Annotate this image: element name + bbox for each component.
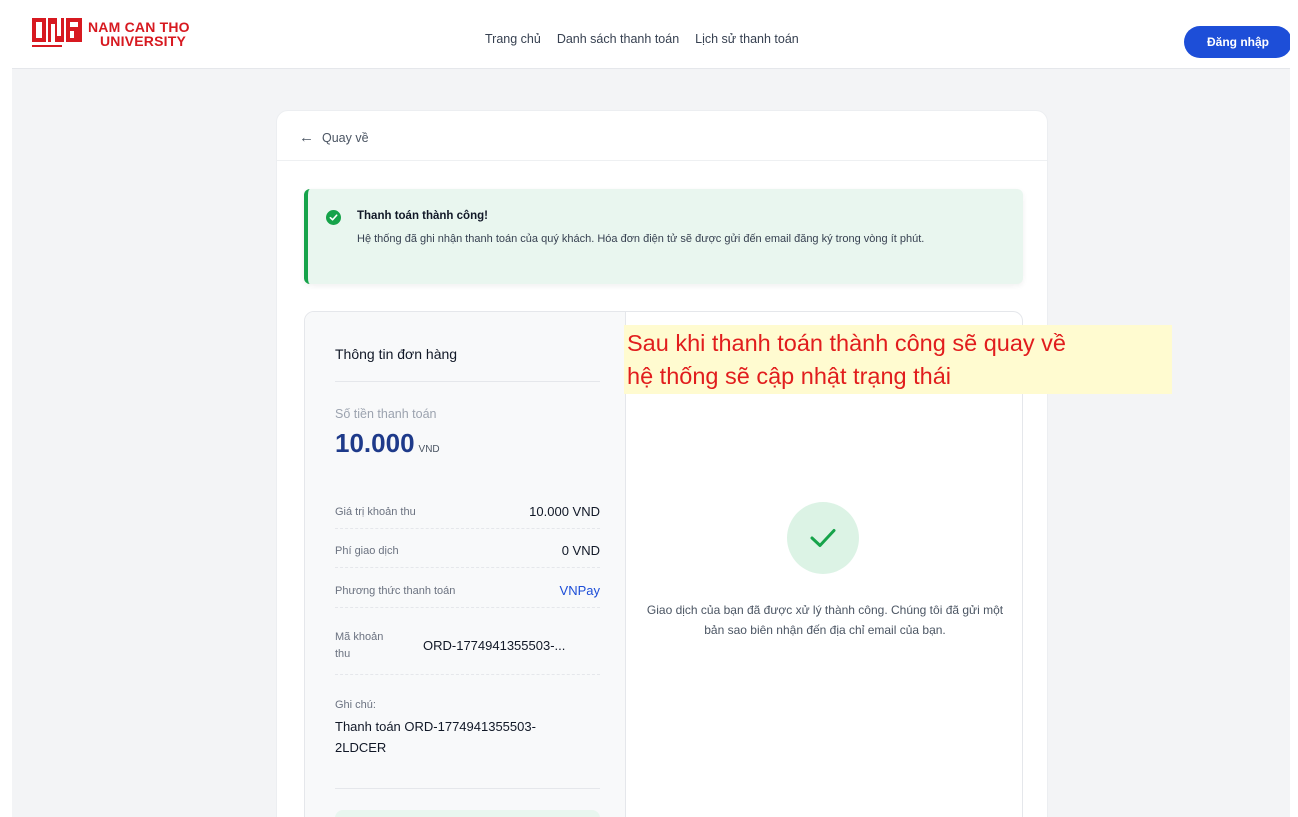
status-box: [335, 810, 600, 817]
order-row-payment-method: Phương thức thanh toán VNPay: [335, 574, 600, 608]
nav-item-payment-history[interactable]: Lịch sử thanh toán: [695, 32, 799, 46]
amount-display: 10.000 VND: [335, 428, 440, 459]
alert-title: Thanh toán thành công!: [357, 210, 488, 222]
order-row-transaction-fee: Phí giao dịch 0 VND: [335, 534, 600, 568]
order-info-title: Thông tin đơn hàng: [335, 346, 458, 362]
amount-label: Số tiền thanh toán: [335, 407, 437, 421]
arrow-left-icon: ←: [299, 129, 314, 146]
order-row-fee-code: Mã khoản thu ORD-1774941355503-...: [335, 617, 600, 675]
row-value: 0 VND: [561, 543, 600, 558]
row-value: VNPay: [559, 583, 600, 598]
annotation-line-2: hệ thống sẽ cập nhật trạng thái: [627, 363, 952, 389]
row-value: 10.000 VND: [529, 504, 600, 519]
note-text: Thanh toán ORD-1774941355503-2LDCER: [335, 719, 536, 755]
nav-item-payment-list[interactable]: Danh sách thanh toán: [557, 32, 679, 46]
check-icon: [787, 502, 859, 574]
row-label: Mã khoản thu: [335, 630, 384, 660]
divider: [335, 381, 600, 382]
right-margin: [1290, 0, 1298, 817]
amount-currency: VND: [418, 444, 440, 455]
login-button[interactable]: Đăng nhập: [1184, 26, 1292, 58]
left-margin: [0, 0, 12, 817]
back-link[interactable]: ← Quay về: [299, 129, 369, 146]
divider: [335, 788, 600, 789]
main-nav: Trang chủ Danh sách thanh toán Lịch sử t…: [485, 32, 799, 46]
row-label: Giá trị khoản thu: [335, 505, 416, 518]
logo[interactable]: NAM CAN THO UNIVERSITY: [32, 16, 190, 50]
back-label: Quay về: [322, 130, 369, 145]
row-label: Phí giao dịch: [335, 544, 399, 557]
nav-item-home[interactable]: Trang chủ: [485, 32, 541, 46]
logo-text: NAM CAN THO UNIVERSITY: [88, 20, 190, 48]
row-value: ORD-1774941355503-...: [423, 638, 566, 653]
amount-value: 10.000: [335, 428, 415, 458]
site-header: NAM CAN THO UNIVERSITY Trang chủ Danh sá…: [12, 6, 1292, 69]
logo-mark-icon: [32, 16, 84, 50]
order-info: Thông tin đơn hàng Số tiền thanh toán 10…: [305, 312, 626, 817]
order-row-fee-value: Giá trị khoản thu 10.000 VND: [335, 495, 600, 529]
success-message: Giao dịch của bạn đã được xử lý thành cô…: [646, 603, 1004, 637]
alert-message: Hệ thống đã ghi nhận thanh toán của quý …: [357, 233, 925, 245]
payment-result-card: ← Quay về Thanh toán thành công! Hệ thốn…: [276, 110, 1048, 817]
divider: [277, 160, 1047, 161]
row-label: Phương thức thanh toán: [335, 584, 456, 597]
success-alert: Thanh toán thành công! Hệ thống đã ghi n…: [304, 189, 1023, 284]
note-label: Ghi chú:: [335, 699, 376, 711]
page-frame: NAM CAN THO UNIVERSITY Trang chủ Danh sá…: [0, 0, 1298, 817]
check-circle-icon: [326, 210, 341, 225]
annotation-callout: Sau khi thanh toán thành công sẽ quay về…: [624, 325, 1172, 394]
logo-line-2: UNIVERSITY: [100, 33, 187, 49]
annotation-line-1: Sau khi thanh toán thành công sẽ quay về: [627, 330, 1066, 356]
